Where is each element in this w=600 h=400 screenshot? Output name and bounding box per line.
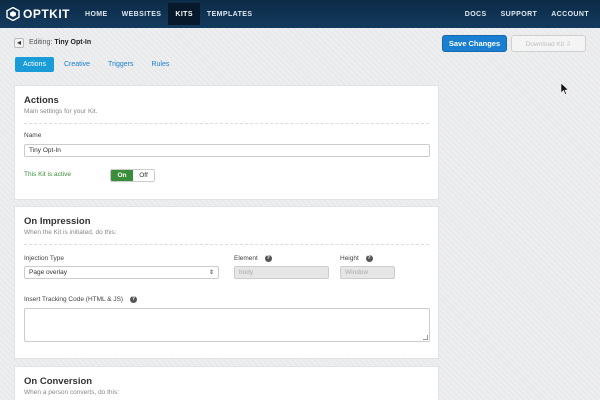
editing-title: Editing: Tiny Opt-In: [29, 39, 91, 46]
mouse-cursor-icon: [561, 83, 569, 95]
primary-nav: HOME WEBSITES KITS TEMPLATES: [78, 0, 259, 28]
tracking-code-label-text: Insert Tracking Code (HTML & JS): [24, 296, 124, 304]
element-label: Element ?: [234, 255, 272, 262]
injection-type-label: Injection Type: [24, 255, 64, 262]
download-kit-button[interactable]: Download Kit ⇩: [511, 35, 586, 52]
tracking-code-textarea[interactable]: [24, 308, 430, 342]
conversion-subtitle: When a person converts, do this:: [24, 389, 120, 396]
select-arrows-icon: ⇕: [208, 270, 214, 276]
section-divider: [24, 244, 429, 245]
kit-name: Tiny Opt-In: [54, 39, 92, 46]
resize-handle-icon[interactable]: [423, 335, 428, 340]
kit-active-label: This Kit is active: [24, 171, 71, 178]
height-label: Height ?: [340, 255, 373, 262]
nav-item-home[interactable]: HOME: [78, 0, 115, 28]
nav-item-docs[interactable]: DOCS: [458, 0, 494, 28]
height-input[interactable]: Window: [340, 266, 395, 279]
nav-item-templates[interactable]: TEMPLATES: [200, 0, 259, 28]
impression-subtitle: When the Kit is initiated, do this:: [24, 229, 117, 236]
editor-tabs: Actions Creative Triggers Rules: [15, 57, 179, 72]
save-changes-button[interactable]: Save Changes: [442, 35, 507, 52]
nav-item-support[interactable]: SUPPORT: [494, 0, 545, 28]
name-label: Name: [24, 132, 42, 139]
help-icon[interactable]: ?: [365, 255, 373, 262]
on-conversion-card: On Conversion When a person converts, do…: [14, 366, 439, 400]
editing-prefix: Editing:: [29, 39, 53, 46]
on-impression-card: On Impression When the Kit is initiated,…: [14, 206, 439, 359]
height-label-text: Height: [340, 255, 359, 263]
toggle-off[interactable]: Off: [133, 170, 154, 181]
conversion-title: On Conversion: [24, 376, 93, 387]
actions-card: Actions Main settings for your Kit. Name…: [14, 85, 439, 200]
back-button[interactable]: ◂: [14, 38, 24, 48]
actions-subtitle: Main settings for your Kit.: [24, 108, 98, 115]
nav-item-kits[interactable]: KITS: [168, 3, 200, 25]
nav-item-account[interactable]: ACCOUNT: [544, 0, 596, 28]
tab-actions[interactable]: Actions: [15, 57, 54, 72]
top-navigation: OPTKIT HOME WEBSITES KITS TEMPLATES DOCS…: [0, 0, 600, 28]
tracking-code-label: Insert Tracking Code (HTML & JS) ?: [24, 296, 137, 303]
impression-title: On Impression: [24, 216, 91, 227]
name-input[interactable]: Tiny Opt-In: [24, 144, 430, 157]
tab-creative[interactable]: Creative: [56, 57, 98, 72]
section-divider: [24, 123, 429, 124]
element-input[interactable]: body: [234, 266, 329, 279]
help-icon[interactable]: ?: [129, 296, 137, 303]
toggle-on[interactable]: On: [111, 170, 133, 181]
kit-active-toggle[interactable]: On Off: [110, 169, 155, 182]
chevron-left-icon: ◂: [16, 38, 21, 47]
tab-triggers[interactable]: Triggers: [100, 57, 141, 72]
help-icon[interactable]: ?: [264, 255, 272, 262]
brand-name: OPTKIT: [23, 7, 70, 21]
actions-title: Actions: [24, 95, 59, 106]
brand-logo[interactable]: OPTKIT: [6, 0, 70, 28]
tab-rules[interactable]: Rules: [143, 57, 177, 72]
injection-type-value: Page overlay: [29, 269, 67, 276]
element-label-text: Element: [234, 255, 258, 263]
secondary-nav: DOCS SUPPORT ACCOUNT: [458, 0, 596, 28]
injection-type-select[interactable]: Page overlay ⇕: [24, 266, 219, 279]
optkit-logo-icon: [6, 7, 20, 21]
nav-item-websites[interactable]: WEBSITES: [115, 0, 169, 28]
